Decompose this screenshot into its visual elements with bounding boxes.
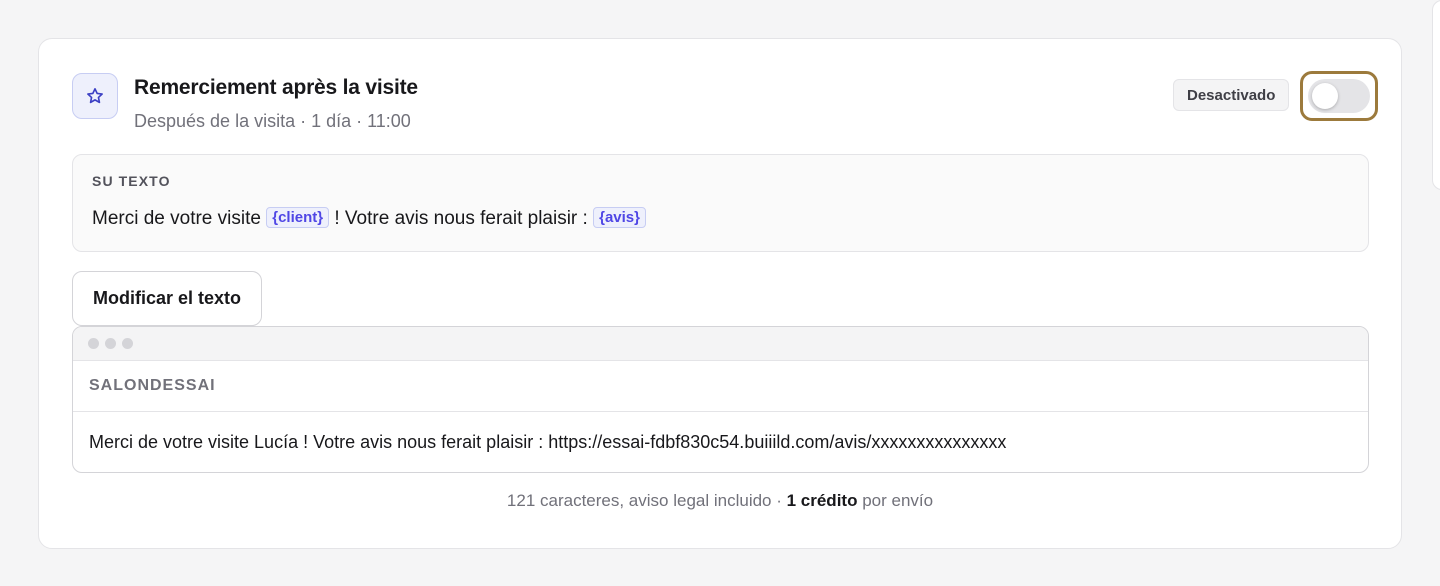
automation-title: Remerciement après la visite <box>134 76 418 99</box>
preview-window-bar <box>73 327 1368 361</box>
automation-schedule: Después de la visita · 1 día · 11:00 <box>134 111 411 131</box>
edit-text-button[interactable]: Modificar el texto <box>72 271 263 326</box>
toggle-focus-ring <box>1300 71 1378 121</box>
variable-chip-client: {client} <box>266 207 330 228</box>
template-text-box: SU TEXTO Merci de votre visite {client} … <box>72 154 1369 252</box>
star-icon <box>87 88 103 104</box>
activation-toggle[interactable] <box>1308 79 1370 113</box>
toggle-knob <box>1312 83 1338 109</box>
character-count-note: 121 caracteres, aviso legal incluido · 1… <box>39 491 1401 511</box>
preview-sender: SALONDESSAI <box>73 361 1368 412</box>
automation-icon-box <box>72 73 118 119</box>
status-badge: Desactivado <box>1173 79 1290 111</box>
side-panel-edge <box>1432 0 1440 190</box>
window-dot-icon <box>105 338 116 349</box>
preview-message: Merci de votre visite Lucía ! Votre avis… <box>89 431 1007 452</box>
credit-suffix: por envío <box>857 491 934 510</box>
template-label: SU TEXTO <box>92 173 171 189</box>
window-dot-icon <box>88 338 99 349</box>
character-count: 121 caracteres, aviso legal incluido · <box>506 491 787 510</box>
template-text-middle: ! Votre avis nous ferait plaisir : <box>329 208 594 229</box>
template-text: Merci de votre visite {client} ! Votre a… <box>92 207 646 230</box>
variable-chip-avis: {avis} <box>593 207 646 228</box>
template-text-start: Merci de votre visite <box>92 208 267 229</box>
window-dot-icon <box>122 338 133 349</box>
automation-card: Remerciement après la visite Después de … <box>38 38 1402 549</box>
sms-preview: SALONDESSAI Merci de votre visite Lucía … <box>72 326 1369 473</box>
credit-count: 1 crédito <box>786 491 858 510</box>
